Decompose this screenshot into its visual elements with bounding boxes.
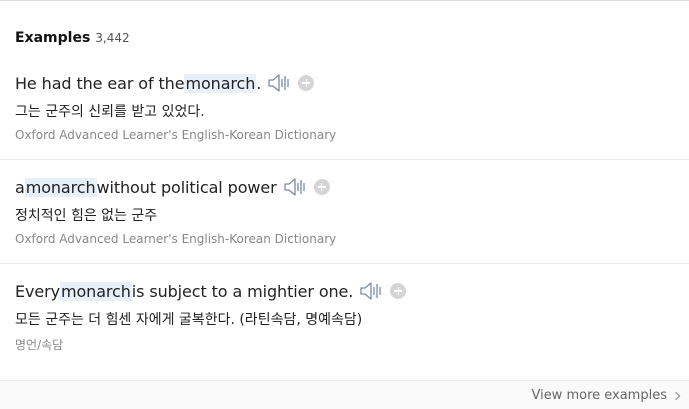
example-item: a monarch without political power 정치적인 힘… xyxy=(0,160,689,264)
example-sentence: He had the ear of the monarch . xyxy=(15,73,315,93)
add-to-wordbook-icon[interactable] xyxy=(298,75,315,91)
sentence-text: Every xyxy=(15,281,60,301)
examples-panel: Examples 3,442 He had the ear of the mon… xyxy=(0,0,689,409)
sentence-text: is subject to a mightier one. xyxy=(131,281,354,301)
view-more-examples-link[interactable]: View more examples xyxy=(531,388,681,403)
chevron-right-icon xyxy=(671,391,681,400)
example-item: He had the ear of the monarch . 그는 군주의 신… xyxy=(0,56,689,160)
example-count: 3,442 xyxy=(95,31,130,45)
examples-footer: View more examples xyxy=(0,380,689,409)
highlighted-keyword[interactable]: monarch xyxy=(184,73,257,93)
section-title: Examples xyxy=(15,30,91,46)
add-to-wordbook-icon[interactable] xyxy=(313,179,330,195)
sentence-text: . xyxy=(256,73,262,93)
highlighted-keyword[interactable]: monarch xyxy=(24,177,97,197)
highlighted-keyword[interactable]: monarch xyxy=(59,281,132,301)
sentence-text: He had the ear of the xyxy=(15,73,185,93)
example-sentence: Every monarch is subject to a mightier o… xyxy=(15,281,407,301)
example-translation: 모든 군주는 더 힘센 자에게 굴복한다. (라틴속담, 명예속담) xyxy=(15,312,363,328)
example-translation: 정치적인 힘은 없는 군주 xyxy=(15,208,158,224)
example-translation: 그는 군주의 신뢰를 받고 있었다. xyxy=(15,104,205,120)
add-to-wordbook-icon[interactable] xyxy=(390,283,407,299)
speaker-icon[interactable] xyxy=(283,177,307,197)
speaker-icon[interactable] xyxy=(359,281,383,301)
example-source[interactable]: 명언/속담 xyxy=(15,336,63,353)
view-more-label: View more examples xyxy=(531,388,667,403)
speaker-icon[interactable] xyxy=(267,73,291,93)
sentence-text: a xyxy=(15,177,25,197)
sentence-text: without political power xyxy=(96,177,277,197)
example-item: Every monarch is subject to a mightier o… xyxy=(0,264,689,380)
example-source[interactable]: Oxford Advanced Learner's English-Korean… xyxy=(15,232,336,246)
example-source[interactable]: Oxford Advanced Learner's English-Korean… xyxy=(15,128,336,142)
example-sentence: a monarch without political power xyxy=(15,177,330,197)
examples-header: Examples 3,442 xyxy=(15,30,130,46)
